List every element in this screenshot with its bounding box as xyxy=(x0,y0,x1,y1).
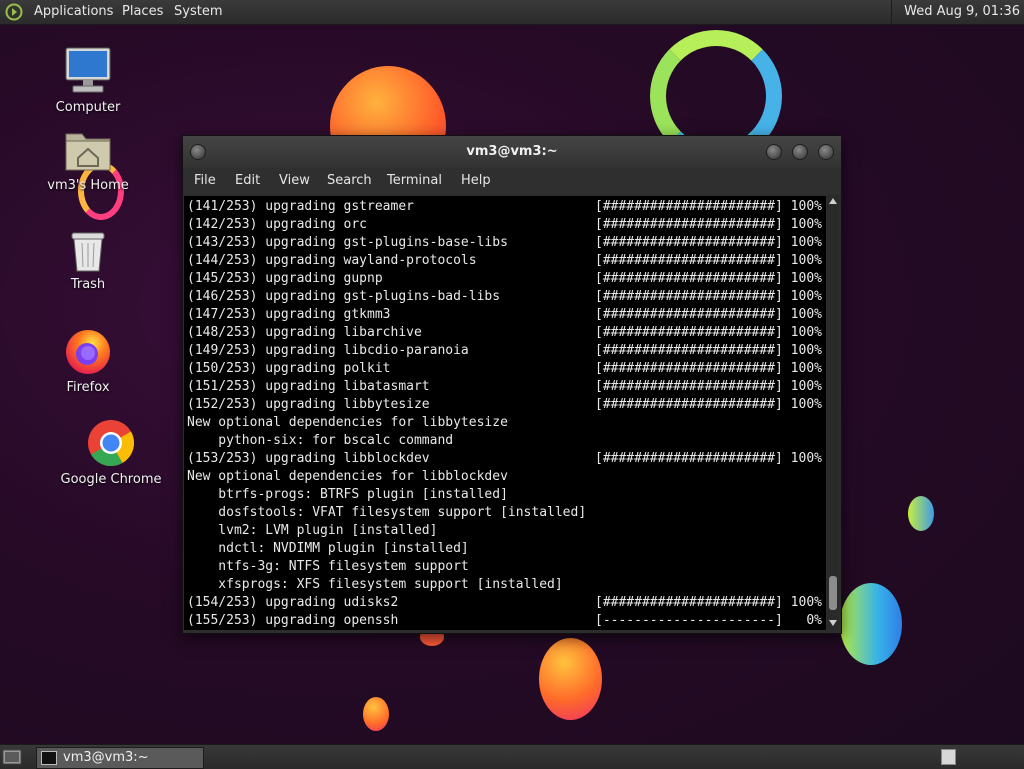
terminal-progress-bar: [######################] 100% xyxy=(595,361,822,376)
clock[interactable]: Wed Aug 9, 01:36 xyxy=(891,0,1024,24)
menu-edit[interactable]: Edit xyxy=(235,168,260,194)
workspace-switcher-1[interactable] xyxy=(941,749,956,765)
home-folder-icon xyxy=(65,133,111,171)
top-panel: Applications Places System Wed Aug 9, 01:… xyxy=(0,0,1024,25)
terminal-line: (151/253) upgrading libatasmart xyxy=(187,379,430,394)
terminal-progress-bar: [######################] 100% xyxy=(595,343,822,358)
menu-help[interactable]: Help xyxy=(461,168,491,194)
menu-file[interactable]: File xyxy=(194,168,216,194)
terminal-line: (155/253) upgrading openssh xyxy=(187,613,399,628)
terminal-line: ndctl: NVDIMM plugin [installed] xyxy=(187,541,469,556)
menu-view[interactable]: View xyxy=(279,168,310,194)
workspace-switcher-2[interactable] xyxy=(958,749,1018,763)
bottom-panel: vm3@vm3:~ xyxy=(0,744,1024,769)
taskbar-button-label: vm3@vm3:~ xyxy=(63,750,149,765)
desktop-icon-computer[interactable]: Computer xyxy=(33,46,143,115)
firefox-icon xyxy=(66,330,110,374)
terminal-progress-bar: [######################] 100% xyxy=(595,325,822,340)
terminal-line: btrfs-progs: BTRFS plugin [installed] xyxy=(187,487,508,502)
terminal-progress-bar: [######################] 100% xyxy=(595,199,822,214)
close-button[interactable] xyxy=(818,144,834,160)
terminal-line: xfsprogs: XFS filesystem support [instal… xyxy=(187,577,563,592)
wallpaper-blob-right-small xyxy=(908,496,934,531)
wallpaper-blob-bottom-center xyxy=(539,638,602,720)
clock-day-time: 9, 01:36 xyxy=(966,4,1020,19)
scrollbar-thumb[interactable] xyxy=(829,576,837,610)
terminal-progress-bar: [######################] 100% xyxy=(595,397,822,412)
terminal-line: (149/253) upgrading libcdio-paranoia xyxy=(187,343,469,358)
desktop-icon-firefox[interactable]: Firefox xyxy=(33,326,143,395)
chrome-icon xyxy=(88,420,135,466)
minimize-button[interactable] xyxy=(766,144,782,160)
terminal-progress-bar: [######################] 100% xyxy=(595,289,822,304)
title-bar[interactable]: vm3@vm3:~ xyxy=(183,136,841,168)
terminal-progress-bar: [----------------------] 0% xyxy=(595,613,822,628)
terminal-progress-bar: [######################] 100% xyxy=(595,595,822,610)
desktop-icon-home[interactable]: vm3's Home xyxy=(33,128,143,193)
terminal-line: (146/253) upgrading gst-plugins-bad-libs xyxy=(187,289,501,304)
terminal-output[interactable]: (141/253) upgrading gstreamer [##########… xyxy=(184,196,826,630)
terminal-line: New optional dependencies for libblockde… xyxy=(187,469,508,484)
terminal-line: (154/253) upgrading udisks2 xyxy=(187,595,399,610)
terminal-line: lvm2: LVM plugin [installed] xyxy=(187,523,438,538)
terminal-line: (144/253) upgrading wayland-protocols xyxy=(187,253,477,268)
menu-search[interactable]: Search xyxy=(327,168,372,194)
taskbar-button-terminal[interactable]: vm3@vm3:~ xyxy=(36,747,204,769)
trash-icon xyxy=(71,232,105,272)
terminal-menubar: File Edit View Search Terminal Help xyxy=(183,168,841,194)
menu-applications[interactable]: Applications xyxy=(34,0,113,24)
terminal-progress-bar: [######################] 100% xyxy=(595,271,822,286)
wallpaper-blob-bottom-small xyxy=(363,697,389,731)
maximize-button[interactable] xyxy=(792,144,808,160)
terminal-line: New optional dependencies for libbytesiz… xyxy=(187,415,508,430)
menu-places[interactable]: Places xyxy=(122,0,163,24)
scroll-up-arrow-icon[interactable] xyxy=(829,198,837,204)
terminal-line: (143/253) upgrading gst-plugins-base-lib… xyxy=(187,235,508,250)
terminal-icon xyxy=(41,751,57,765)
terminal-window[interactable]: vm3@vm3:~ File Edit View Search Terminal… xyxy=(182,135,842,634)
clock-date: Wed Aug xyxy=(904,4,962,19)
terminal-scrollbar[interactable] xyxy=(827,196,839,630)
computer-icon xyxy=(65,47,111,93)
terminal-line: (147/253) upgrading gtkmm3 xyxy=(187,307,391,322)
terminal-line: (150/253) upgrading polkit xyxy=(187,361,391,376)
terminal-line: python-six: for bscalc command xyxy=(187,433,454,448)
desktop-icon-label: Firefox xyxy=(66,380,110,395)
window-title: vm3@vm3:~ xyxy=(466,144,558,159)
show-desktop-icon[interactable] xyxy=(2,748,22,766)
scroll-down-arrow-icon[interactable] xyxy=(829,620,837,626)
desktop-icon-label: vm3's Home xyxy=(47,178,129,193)
terminal-line: ntfs-3g: NTFS filesystem support xyxy=(187,559,469,574)
desktop-icon-trash[interactable]: Trash xyxy=(33,229,143,292)
desktop-icon-label: Google Chrome xyxy=(60,472,162,487)
terminal-progress-bar: [######################] 100% xyxy=(595,253,822,268)
desktop-icon-label: Computer xyxy=(55,100,121,115)
applications-logo-icon[interactable] xyxy=(5,3,23,21)
menu-terminal[interactable]: Terminal xyxy=(387,168,442,194)
terminal-line: (145/253) upgrading gupnp xyxy=(187,271,383,286)
desktop-icon-label: Trash xyxy=(70,277,106,292)
terminal-line: dosfstools: VFAT filesystem support [ins… xyxy=(187,505,587,520)
terminal-line: (148/253) upgrading libarchive xyxy=(187,325,422,340)
terminal-progress-bar: [######################] 100% xyxy=(595,217,822,232)
terminal-progress-bar: [######################] 100% xyxy=(595,307,822,322)
desktop-icon-chrome[interactable]: Google Chrome xyxy=(56,418,166,487)
menu-system[interactable]: System xyxy=(174,0,222,24)
terminal-progress-bar: [######################] 100% xyxy=(595,235,822,250)
terminal-line: (153/253) upgrading libblockdev xyxy=(187,451,430,466)
wallpaper-blob-right-large xyxy=(840,583,902,665)
terminal-progress-bar: [######################] 100% xyxy=(595,379,822,394)
terminal-progress-bar: [######################] 100% xyxy=(595,451,822,466)
terminal-line: (142/253) upgrading orc xyxy=(187,217,368,232)
terminal-line: (141/253) upgrading gstreamer xyxy=(187,199,414,214)
terminal-line: (152/253) upgrading libbytesize xyxy=(187,397,430,412)
